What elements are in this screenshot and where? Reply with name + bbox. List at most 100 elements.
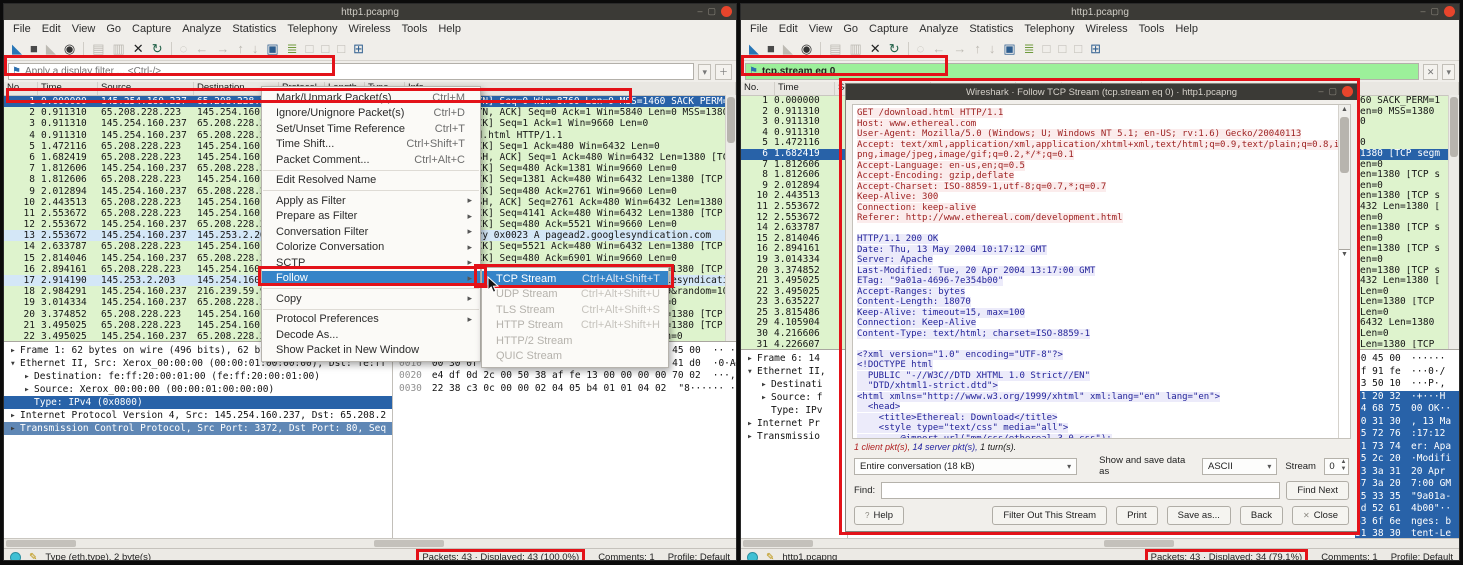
expander-icon[interactable]: ▸	[747, 430, 757, 443]
menu-file[interactable]: File	[745, 22, 773, 36]
menu-item-sctp[interactable]: SCTP ▸	[262, 255, 480, 271]
capture-comment-icon[interactable]: ✎	[29, 552, 37, 560]
scroll-down-icon[interactable]: ▼	[1339, 249, 1350, 438]
menu-statistics[interactable]: Statistics	[964, 22, 1018, 36]
hex-row[interactable]: 65 72 76:17:12	[1355, 428, 1459, 441]
detail-line[interactable]: ▸ Internet Pr	[741, 417, 847, 430]
menu-telephony[interactable]: Telephony	[282, 22, 342, 36]
open-file-icon[interactable]: ▤	[829, 40, 841, 58]
zoom-in-icon[interactable]: □	[1043, 40, 1051, 58]
right-titlebar[interactable]: http1.pcapng – ▢	[741, 4, 1459, 20]
detail-line[interactable]: Type: IPv	[741, 404, 847, 417]
expander-icon[interactable]: ▸	[10, 409, 20, 422]
display-filter-input[interactable]	[761, 66, 1415, 77]
detail-line[interactable]: ▸ Source: Xerox_00:00:00 (00:00:01:00:00:…	[4, 383, 392, 396]
detail-line[interactable]: ▸ Transmissio	[741, 430, 847, 443]
start-capture-icon[interactable]: ◣	[12, 40, 22, 58]
expander-icon[interactable]: ▸	[24, 370, 34, 383]
menu-item-decode-as-[interactable]: Decode As...	[262, 327, 480, 343]
column-header-time[interactable]: Time	[38, 82, 98, 95]
menu-capture[interactable]: Capture	[864, 22, 913, 36]
detail-line[interactable]: ▸ Source: f	[741, 391, 847, 404]
menu-analyze[interactable]: Analyze	[914, 22, 963, 36]
menu-item-copy[interactable]: Copy ▸	[262, 291, 480, 307]
reload-file-icon[interactable]: ↻	[152, 40, 163, 58]
hex-row[interactable]: 20 31 30, 13 Ma	[1355, 415, 1459, 428]
start-capture-icon[interactable]: ◣	[749, 40, 759, 58]
menu-item-follow[interactable]: Follow ▸	[262, 270, 480, 286]
menu-item-tcp-stream[interactable]: TCP Stream Ctrl+Alt+Shift+T	[482, 271, 668, 287]
menu-item-conversation-filter[interactable]: Conversation Filter ▸	[262, 224, 480, 240]
menu-item-edit-resolved-name[interactable]: Edit Resolved Name	[262, 173, 480, 189]
detail-line[interactable]: ▸ Frame 6: 14	[741, 352, 847, 365]
stream-content[interactable]: GET /download.html HTTP/1.1 Host: www.eth…	[852, 104, 1351, 439]
menu-tools[interactable]: Tools	[1134, 22, 1170, 36]
filter-clear-icon[interactable]: ✕	[1422, 63, 1439, 80]
hex-row[interactable]: 65 33 35 "9a01a-	[1355, 490, 1459, 503]
zoom-reset-icon[interactable]: □	[1074, 40, 1082, 58]
hex-row[interactable]: df 91 fe ···0·/	[1355, 366, 1459, 379]
hex-row[interactable]: 31 20 32 ·+···H	[1355, 390, 1459, 403]
column-header-source[interactable]: Source	[98, 82, 194, 95]
go-up-icon[interactable]: ↑	[974, 40, 981, 58]
zoom-reset-icon[interactable]: □	[337, 40, 345, 58]
hex-row[interactable]: 67 3a 20 7:00 GM	[1355, 478, 1459, 491]
go-down-icon[interactable]: ↓	[989, 40, 996, 58]
zoom-in-icon[interactable]: □	[306, 40, 314, 58]
hex-row[interactable]: 0020 e4 df 0d 2c 00 50 38 af fe 13 00 00 …	[399, 370, 736, 383]
detail-line[interactable]: ▸ Destination: fe:ff:20:00:01:00 (fe:ff:2…	[4, 370, 392, 383]
format-select[interactable]: ASCII ▾	[1201, 457, 1278, 475]
expander-icon[interactable]: ▸	[761, 378, 771, 391]
column-header-time[interactable]: Time	[775, 82, 835, 95]
go-to-bottom-icon[interactable]: ▣	[1003, 40, 1015, 58]
print-button[interactable]: Print	[1116, 506, 1158, 525]
hex-row[interactable]: 43 6f 6e nges: b	[1355, 515, 1459, 528]
menu-view[interactable]: View	[67, 22, 101, 36]
menu-item-tls-stream[interactable]: TLS Stream Ctrl+Alt+Shift+S	[482, 302, 668, 318]
close-file-icon[interactable]: ✕	[870, 40, 881, 58]
detail-line[interactable]: ▾ Ethernet II,	[741, 365, 847, 378]
menu-item-apply-as-filter[interactable]: Apply as Filter ▸	[262, 193, 480, 209]
dialog-titlebar[interactable]: Wireshark · Follow TCP Stream (tcp.strea…	[846, 84, 1357, 100]
minimize-icon[interactable]: –	[697, 6, 702, 17]
go-to-bottom-icon[interactable]: ▣	[266, 40, 278, 58]
display-filter-field[interactable]: ⚑	[8, 63, 695, 80]
go-forward-icon[interactable]: →	[216, 40, 229, 58]
detail-line[interactable]: ▸ Transmission Control Protocol, Src Port…	[4, 422, 392, 435]
menu-item-mark-unmark-packet-s-[interactable]: Mark/Unmark Packet(s) Ctrl+M	[262, 90, 480, 106]
menu-item-prepare-as-filter[interactable]: Prepare as Filter ▸	[262, 209, 480, 225]
go-up-icon[interactable]: ↑	[237, 40, 244, 58]
capture-options-icon[interactable]: ◉	[64, 40, 75, 58]
save-as-button[interactable]: Save as...	[1166, 506, 1231, 525]
hex-row[interactable]: 65 2c 20 ·Modifi	[1355, 453, 1459, 466]
expander-icon[interactable]: ▾	[10, 357, 20, 370]
menu-telephony[interactable]: Telephony	[1019, 22, 1079, 36]
menu-item-packet-comment-[interactable]: Packet Comment... Ctrl+Alt+C	[262, 152, 480, 168]
hex-row[interactable]: 0030 22 38 c3 0c 00 00 02 04 05 b4 01 01 …	[399, 383, 736, 396]
minimize-icon[interactable]: –	[1318, 86, 1323, 97]
menu-help[interactable]: Help	[433, 22, 466, 36]
left-hscrollbars[interactable]	[4, 538, 736, 548]
hex-row[interactable]: 33 3a 31 20 Apr	[1355, 465, 1459, 478]
packet-list-scrollbar[interactable]	[725, 95, 736, 341]
filter-bookmark-icon[interactable]: ⚑	[749, 66, 758, 77]
menu-item-colorize-conversation[interactable]: Colorize Conversation ▸	[262, 240, 480, 256]
expander-icon[interactable]: ▸	[747, 417, 757, 430]
colorize-icon[interactable]: ≣	[287, 40, 298, 58]
column-header-no[interactable]: No.	[741, 82, 775, 95]
restart-capture-icon[interactable]: ◣	[783, 40, 793, 58]
hex-row[interactable]: 2d 52 61 4b00"··	[1355, 503, 1459, 516]
menu-view[interactable]: View	[804, 22, 838, 36]
hex-row[interactable]: f3 50 10 ···P·,	[1355, 378, 1459, 391]
menu-edit[interactable]: Edit	[774, 22, 803, 36]
zoom-out-icon[interactable]: □	[321, 40, 329, 58]
display-filter-input[interactable]	[24, 66, 691, 77]
expert-info-icon[interactable]	[747, 552, 758, 560]
maximize-icon[interactable]: ▢	[1430, 6, 1439, 17]
stream-scrollbar[interactable]: ▲ ▼	[1338, 105, 1350, 438]
maximize-icon[interactable]: ▢	[707, 6, 716, 17]
resize-columns-icon[interactable]: ⊞	[1090, 40, 1101, 58]
filter-bookmark-icon[interactable]: ⚑	[12, 66, 21, 77]
profile-status[interactable]: Profile: Default	[668, 552, 730, 560]
stop-capture-icon[interactable]: ■	[30, 40, 38, 58]
